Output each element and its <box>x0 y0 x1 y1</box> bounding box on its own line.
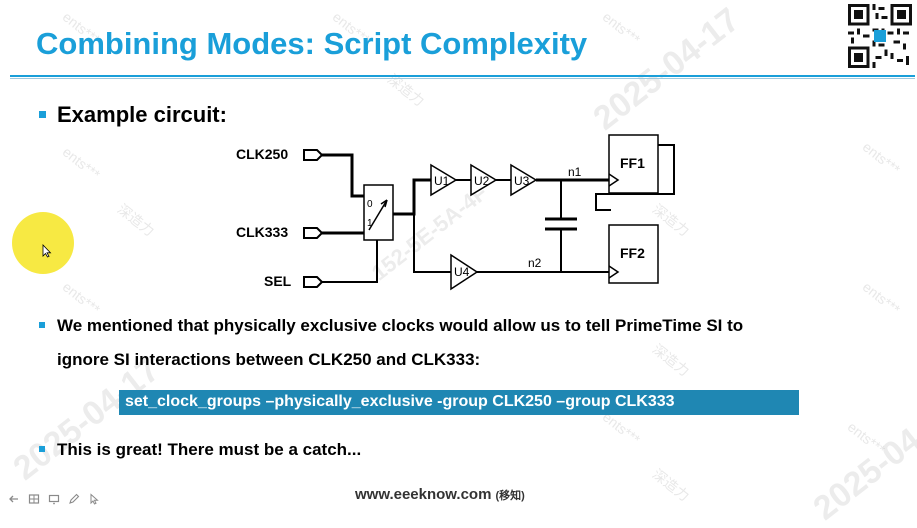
watermark-date: 2025-04-17 <box>586 0 747 138</box>
example-circuit-diagram: CLK250 CLK333 SEL 0 1 U1 U2 U3 U4 n1 n2 … <box>236 134 675 291</box>
pointer-highlight <box>12 212 74 274</box>
watermark-text: ents*** <box>844 418 889 458</box>
watermark-text: ents*** <box>859 138 904 178</box>
port-sel <box>303 276 324 288</box>
flop-label-ff1: FF1 <box>620 155 645 171</box>
watermark-text: ents*** <box>599 8 644 48</box>
mux-input-1: 1 <box>367 218 373 229</box>
buffer-label-u1: U1 <box>434 174 450 188</box>
bullet2-line1: We mentioned that physically exclusive c… <box>57 316 744 335</box>
buffer-label-u4: U4 <box>454 265 470 279</box>
watermark-text: ents*** <box>59 143 104 183</box>
footer-url: www.eeeknow.com (移知) <box>355 486 525 503</box>
bullet3-text: This is great! There must be a catch... <box>57 440 362 459</box>
input-label-clk250: CLK250 <box>236 146 288 162</box>
flop-label-ff2: FF2 <box>620 245 645 261</box>
mux <box>363 184 394 241</box>
watermark-text: 深造力 <box>649 465 693 505</box>
input-label-sel: SEL <box>264 273 292 289</box>
watermark-text: ents*** <box>859 278 904 318</box>
watermark-text: 深造力 <box>649 340 693 380</box>
command-box: set_clock_groups –physically_exclusive -… <box>119 390 799 415</box>
input-label-clk333: CLK333 <box>236 224 288 240</box>
buffer-label-u3: U3 <box>514 174 530 188</box>
slide-title: Combining Modes: Script Complexity <box>36 26 588 61</box>
bullet-marker <box>39 446 45 452</box>
watermark-text: 深造力 <box>114 200 158 240</box>
pen-icon[interactable] <box>66 492 81 506</box>
title-divider <box>10 75 915 77</box>
port-clk250 <box>303 149 324 161</box>
net-label-n2: n2 <box>528 256 542 270</box>
watermark-date: 2025-04-17 <box>806 390 917 528</box>
presentation-toolbar <box>6 492 101 506</box>
example-circuit-label: Example circuit: <box>57 102 227 127</box>
net-label-n1: n1 <box>568 165 582 179</box>
port-clk333 <box>303 227 324 239</box>
buffer-label-u2: U2 <box>474 174 490 188</box>
footer-url-text: www.eeeknow.com <box>355 486 492 503</box>
qr-code-icon <box>848 4 912 68</box>
watermark-text: ents*** <box>59 278 104 318</box>
bullet-marker <box>39 111 46 118</box>
bullet-marker <box>39 322 45 328</box>
mux-input-0: 0 <box>367 199 373 210</box>
cursor-icon[interactable] <box>86 492 101 506</box>
arrow-icon[interactable] <box>6 492 21 506</box>
title-divider-shadow <box>10 78 915 79</box>
slideshow-icon[interactable] <box>46 492 61 506</box>
footer-suffix: (移知) <box>495 490 525 502</box>
grid-icon[interactable] <box>26 492 41 506</box>
mouse-cursor-icon <box>42 244 52 258</box>
bullet2-line2: ignore SI interactions between CLK250 an… <box>57 350 481 369</box>
watermark-date: 2025-04-17 <box>6 350 167 488</box>
